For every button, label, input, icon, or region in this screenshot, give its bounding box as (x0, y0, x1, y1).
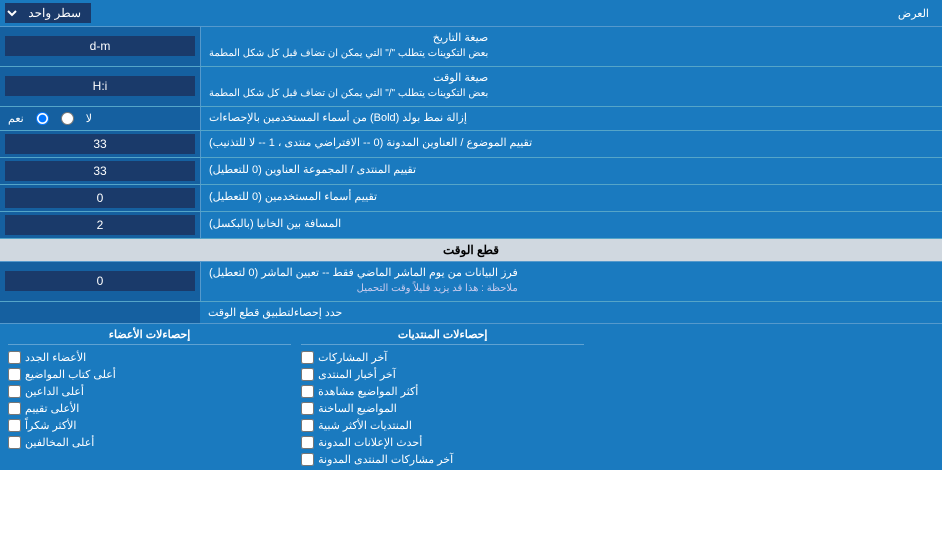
checkbox-4[interactable] (301, 402, 314, 415)
topic-sort-row: تقييم الموضوع / العناوين المدونة (0 -- ا… (0, 131, 942, 158)
topic-sort-input[interactable] (5, 134, 195, 154)
column-space-label: المسافة بين الخانيا (بالبكسل) (200, 212, 942, 238)
checkbox-item-7: آخر مشاركات المنتدى المدونة (301, 453, 584, 466)
checkbox-label-m1: الأعضاء الجدد (25, 351, 86, 364)
checkbox-label-3: أكثر المواضيع مشاهدة (318, 385, 418, 398)
time-format-input[interactable] (5, 76, 195, 96)
date-format-input-cell (0, 27, 200, 66)
checkbox-m4[interactable] (8, 402, 21, 415)
checkbox-item-4: المواضيع الساخنة (301, 402, 584, 415)
bold-remove-row: إزالة نمط بولد (Bold) من أسماء المستخدمي… (0, 107, 942, 131)
topic-sort-label: تقييم الموضوع / العناوين المدونة (0 -- ا… (200, 131, 942, 157)
checkbox-7[interactable] (301, 453, 314, 466)
time-format-row: صيغة الوقتبعض التكوينات يتطلب "/" التي ي… (0, 67, 942, 107)
checkbox-label-2: آخر أخبار المنتدى (318, 368, 396, 381)
checkbox-3[interactable] (301, 385, 314, 398)
checkbox-m5[interactable] (8, 419, 21, 432)
bold-remove-label: إزالة نمط بولد (Bold) من أسماء المستخدمي… (200, 107, 942, 130)
stats-apply-row: حدد إحصاءلتطبيق قطع الوقت (0, 302, 942, 324)
checkbox-label-m2: أعلى كتاب المواضيع (25, 368, 116, 381)
checkbox-label-m5: الأكثر شكراً (25, 419, 76, 432)
checkbox-item-m2: أعلى كتاب المواضيع (8, 368, 291, 381)
date-format-row: صيغة التاريخبعض التكوينات يتطلب "/" التي… (0, 27, 942, 67)
checkbox-label-4: المواضيع الساخنة (318, 402, 397, 415)
checkbox-item-1: آخر المشاركات (301, 351, 584, 364)
topic-sort-input-cell (0, 131, 200, 157)
bold-remove-radio-cell: لا نعم (0, 107, 200, 130)
user-sort-label: تقييم أسماء المستخدمين (0 للتعطيل) (200, 185, 942, 211)
forum-stats-col: إحصاءلات المنتديات آخر المشاركات آخر أخب… (301, 328, 584, 466)
time-cut-input[interactable] (5, 271, 195, 291)
time-cut-row: فرز البيانات من يوم الماشر الماضي فقط --… (0, 262, 942, 302)
checkbox-label-7: آخر مشاركات المنتدى المدونة (318, 453, 453, 466)
checkbox-item-m6: أعلى المخالفين (8, 436, 291, 449)
time-cut-label: فرز البيانات من يوم الماشر الماضي فقط --… (200, 262, 942, 301)
user-sort-row: تقييم أسماء المستخدمين (0 للتعطيل) (0, 185, 942, 212)
forum-sort-row: تقييم المنتدى / المجموعة العناوين (0 للت… (0, 158, 942, 185)
checkbox-m6[interactable] (8, 436, 21, 449)
radio-no[interactable] (61, 112, 74, 125)
forum-sort-input-cell (0, 158, 200, 184)
checkbox-6[interactable] (301, 436, 314, 449)
forum-stats-header: إحصاءلات المنتديات (301, 328, 584, 345)
forum-sort-label: تقييم المنتدى / المجموعة العناوين (0 للت… (200, 158, 942, 184)
stats-apply-cell-spacer (0, 302, 200, 323)
checkbox-2[interactable] (301, 368, 314, 381)
empty-label-col (594, 328, 934, 466)
checkbox-label-1: آخر المشاركات (318, 351, 387, 364)
checkbox-label-m4: الأعلى تقييم (25, 402, 79, 415)
checkbox-5[interactable] (301, 419, 314, 432)
checkbox-item-m4: الأعلى تقييم (8, 402, 291, 415)
column-space-input[interactable] (5, 215, 195, 235)
time-format-label: صيغة الوقتبعض التكوينات يتطلب "/" التي ي… (200, 67, 942, 106)
stats-apply-label: حدد إحصاءلتطبيق قطع الوقت (200, 302, 942, 323)
user-sort-input[interactable] (5, 188, 195, 208)
time-cut-header: قطع الوقت (0, 239, 942, 262)
user-sort-input-cell (0, 185, 200, 211)
time-cut-input-cell (0, 262, 200, 301)
checkbox-1[interactable] (301, 351, 314, 364)
checkbox-label-6: أحدث الإعلانات المدونة (318, 436, 422, 449)
checkbox-m2[interactable] (8, 368, 21, 381)
checkbox-item-2: آخر أخبار المنتدى (301, 368, 584, 381)
checkbox-label-m6: أعلى المخالفين (25, 436, 94, 449)
checkbox-m1[interactable] (8, 351, 21, 364)
checkbox-label-5: المنتديات الأكثر شبية (318, 419, 412, 432)
radio-yes[interactable] (36, 112, 49, 125)
checkbox-item-m1: الأعضاء الجدد (8, 351, 291, 364)
time-format-input-cell (0, 67, 200, 106)
member-stats-col: إحصاءلات الأعضاء الأعضاء الجدد أعلى كتاب… (8, 328, 291, 466)
checkbox-item-m3: أعلى الداعين (8, 385, 291, 398)
forum-sort-input[interactable] (5, 161, 195, 181)
display-dropdown[interactable]: سطر واحد سطرين ثلاثة أسطر (5, 3, 91, 23)
column-space-row: المسافة بين الخانيا (بالبكسل) (0, 212, 942, 239)
radio-yes-label: نعم (8, 112, 24, 125)
display-mode-row: العرض سطر واحد سطرين ثلاثة أسطر (0, 0, 942, 27)
checkbox-item-m5: الأكثر شكراً (8, 419, 291, 432)
checkbox-item-5: المنتديات الأكثر شبية (301, 419, 584, 432)
date-format-label: صيغة التاريخبعض التكوينات يتطلب "/" التي… (200, 27, 942, 66)
checkbox-m3[interactable] (8, 385, 21, 398)
member-stats-header: إحصاءلات الأعضاء (8, 328, 291, 345)
date-format-input[interactable] (5, 36, 195, 56)
checkbox-item-3: أكثر المواضيع مشاهدة (301, 385, 584, 398)
radio-no-label: لا (86, 112, 92, 125)
display-label: العرض (91, 7, 937, 20)
checkboxes-area: إحصاءلات المنتديات آخر المشاركات آخر أخب… (0, 324, 942, 470)
checkbox-label-m3: أعلى الداعين (25, 385, 84, 398)
checkbox-item-6: أحدث الإعلانات المدونة (301, 436, 584, 449)
column-space-input-cell (0, 212, 200, 238)
